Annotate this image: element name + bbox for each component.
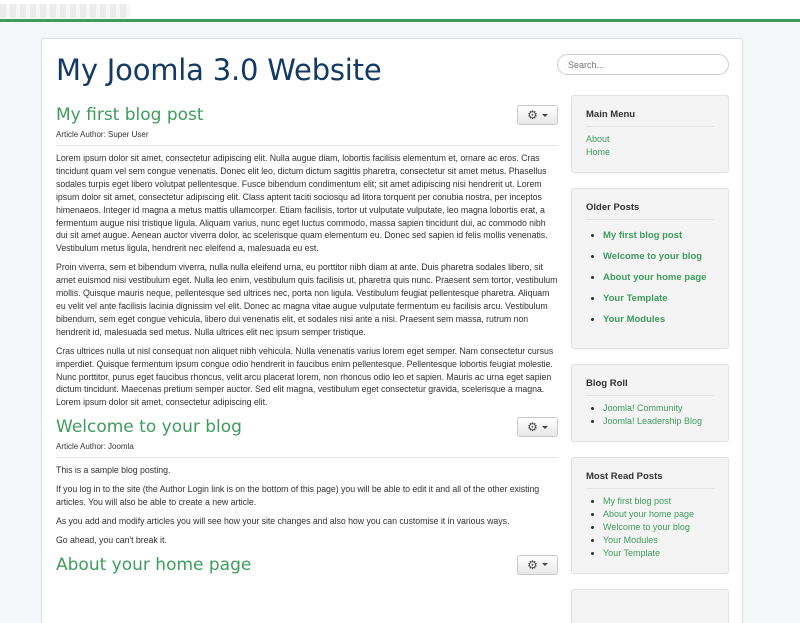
paragraph: This is a sample blog posting. xyxy=(56,465,171,476)
menu-item-about[interactable]: About xyxy=(586,133,714,146)
older-post-link[interactable]: Your Modules xyxy=(603,314,665,325)
list-item: Joomla! Community xyxy=(603,402,714,415)
list-item: About your home page xyxy=(603,272,714,284)
article-body: Lorem ipsum dolor sit amet, consectetur … xyxy=(56,152,558,409)
paragraph: Lorem ipsum dolor sit amet, consectetur … xyxy=(56,153,548,254)
list-item: Your Template xyxy=(603,293,714,305)
article-author: Article Author: Super User xyxy=(56,130,149,139)
menu-item-home[interactable]: Home xyxy=(586,146,714,159)
most-read-link[interactable]: Your Template xyxy=(603,548,660,558)
gear-icon: ⚙ xyxy=(527,557,538,572)
article: Welcome to your blog ⚙ Article Author: J… xyxy=(56,415,558,547)
article: My first blog post ⚙ Article Author: Sup… xyxy=(56,103,558,409)
article-title-link[interactable]: About your home page xyxy=(56,553,558,579)
divider xyxy=(56,457,558,459)
article-tools-button[interactable]: ⚙ xyxy=(517,105,558,125)
article-tools-button[interactable]: ⚙ xyxy=(517,554,558,575)
paragraph: Cras ultrices nulla ut nisl consequat no… xyxy=(56,345,554,408)
older-post-link[interactable]: My first blog post xyxy=(603,230,682,241)
sidebar-module xyxy=(571,589,729,623)
list-item: Welcome to your blog xyxy=(603,521,714,534)
list-item: Welcome to your blog xyxy=(603,251,714,263)
older-post-link[interactable]: About your home page xyxy=(603,272,706,283)
paragraph: Go ahead, you can't break it. xyxy=(56,534,167,545)
most-read-link[interactable]: About your home page xyxy=(603,509,694,519)
list-item: About your home page xyxy=(603,508,714,521)
older-post-link[interactable]: Welcome to your blog xyxy=(603,251,702,262)
list-item: My first blog post xyxy=(603,230,714,242)
older-posts-module: Older Posts My first blog post Welcome t… xyxy=(571,188,729,349)
module-title: Older Posts xyxy=(586,202,714,220)
divider xyxy=(56,145,558,146)
browser-top-bar xyxy=(0,0,800,22)
caret-down-icon xyxy=(541,425,548,429)
most-read-link[interactable]: My first blog post xyxy=(603,496,671,506)
most-read-link[interactable]: Your Modules xyxy=(603,535,658,545)
module-title: Main Menu xyxy=(586,109,714,127)
blog-roll-link[interactable]: Joomla! Community xyxy=(603,403,683,413)
article-author: Article Author: Joomla xyxy=(56,442,134,452)
list-item: Your Template xyxy=(603,547,714,560)
list-item: Your Modules xyxy=(603,534,714,547)
article-title-link[interactable]: My first blog post xyxy=(56,103,558,129)
page-container: My Joomla 3.0 Website My first blog post… xyxy=(41,38,743,623)
caret-down-icon xyxy=(541,563,548,567)
blog-roll-link[interactable]: Joomla! Leadership Blog xyxy=(603,416,702,426)
blurred-tab-strip xyxy=(0,4,130,18)
list-item: Your Modules xyxy=(603,314,714,326)
module-title: Blog Roll xyxy=(586,378,714,396)
article-title-link[interactable]: Welcome to your blog xyxy=(56,415,558,441)
article-tools-button[interactable]: ⚙ xyxy=(517,417,558,438)
older-post-link[interactable]: Your Template xyxy=(603,293,668,304)
list-item: Joomla! Leadership Blog xyxy=(603,415,714,428)
article-body: This is a sample blog posting. If you lo… xyxy=(56,464,558,547)
paragraph: As you add and modify articles you will … xyxy=(56,515,510,526)
sidebar: Main Menu About Home Older Posts My firs… xyxy=(571,95,729,623)
site-title[interactable]: My Joomla 3.0 Website xyxy=(56,53,382,87)
search-input[interactable] xyxy=(557,54,729,75)
main-menu-module: Main Menu About Home xyxy=(571,95,729,173)
article: About your home page ⚙ xyxy=(56,553,558,579)
paragraph: Proin viverra, sem et bibendum viverra, … xyxy=(56,262,558,337)
gear-icon: ⚙ xyxy=(527,108,538,122)
paragraph: If you log in to the site (the Author Lo… xyxy=(56,484,540,508)
most-read-link[interactable]: Welcome to your blog xyxy=(603,522,690,532)
module-title: Most Read Posts xyxy=(586,471,714,489)
blog-roll-module: Blog Roll Joomla! Community Joomla! Lead… xyxy=(571,364,729,442)
caret-down-icon xyxy=(541,113,548,117)
list-item: My first blog post xyxy=(603,495,714,508)
main-content: My first blog post ⚙ Article Author: Sup… xyxy=(56,103,558,579)
most-read-module: Most Read Posts My first blog post About… xyxy=(571,457,729,574)
gear-icon: ⚙ xyxy=(527,420,538,435)
